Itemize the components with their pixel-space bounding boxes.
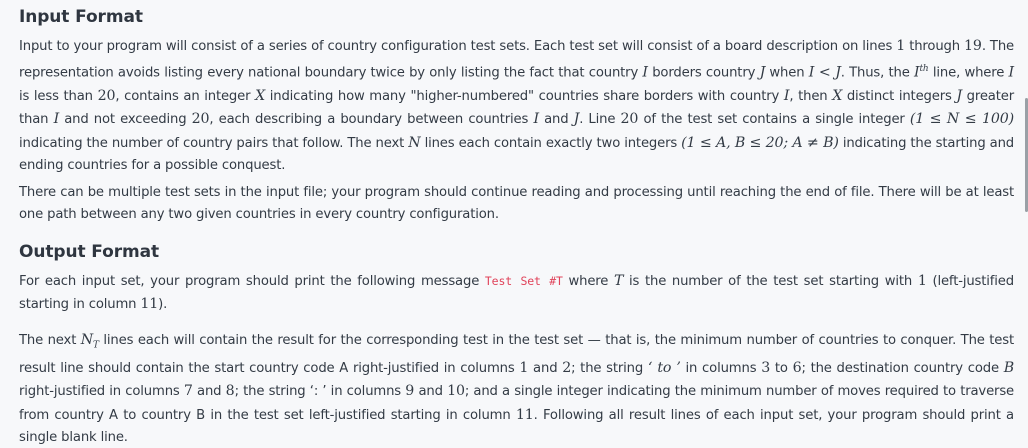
output-format-paragraph-1: For each input set, your program should … (19, 273, 1014, 313)
input-format-paragraph-2: There can be multiple test sets in the i… (19, 185, 1014, 223)
input-format-heading: Input Format (19, 7, 143, 27)
output-format-paragraph-2: The next NT lines each will contain the … (19, 332, 1015, 445)
output-format-heading: Output Format (19, 242, 159, 262)
input-format-paragraph-1: Input to your program will consist of a … (19, 38, 1015, 173)
test-set-code: Test Set #T (484, 274, 563, 288)
